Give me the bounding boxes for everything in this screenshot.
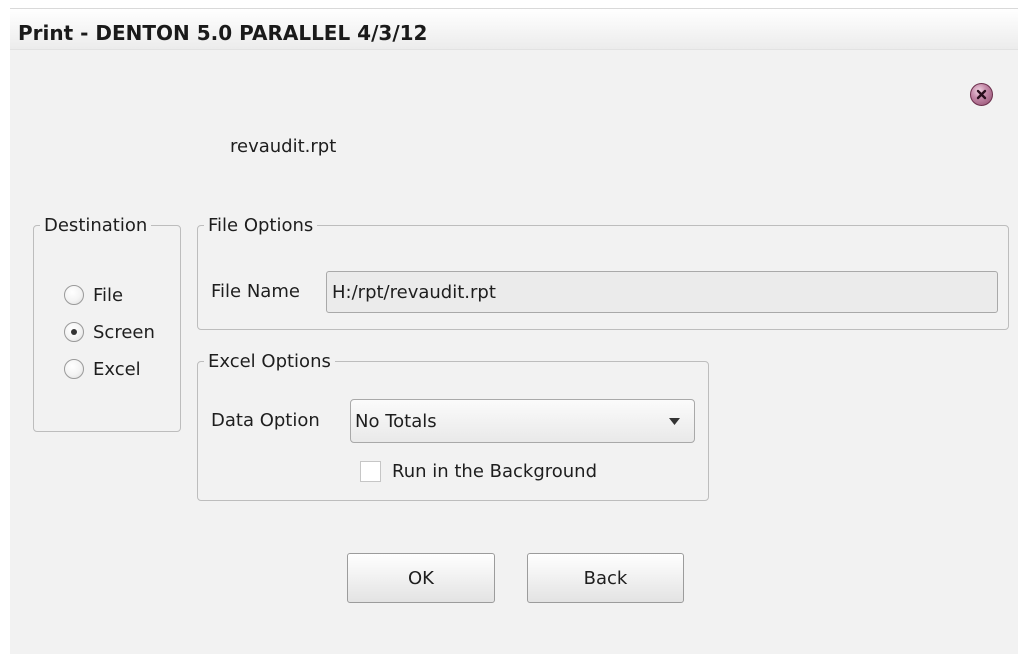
- radio-screen[interactable]: Screen: [64, 319, 155, 345]
- radio-excel-button[interactable]: [64, 359, 84, 379]
- destination-legend: Destination: [44, 215, 148, 236]
- radio-excel[interactable]: Excel: [64, 356, 141, 382]
- run-background-checkbox[interactable]: [360, 460, 381, 482]
- file-name-input[interactable]: [326, 271, 998, 313]
- data-option-value: No Totals: [355, 410, 437, 432]
- ok-button[interactable]: OK: [347, 553, 495, 603]
- radio-excel-label: Excel: [93, 358, 141, 380]
- file-name-label: File Name: [211, 281, 300, 302]
- radio-screen-label: Screen: [93, 321, 155, 343]
- run-background-label: Run in the Background: [392, 460, 598, 482]
- close-icon: [976, 89, 987, 100]
- destination-group: Destination File Screen Excel: [33, 215, 181, 432]
- radio-file-button[interactable]: [64, 285, 84, 305]
- radio-screen-button[interactable]: [64, 322, 84, 342]
- radio-file-label: File: [93, 284, 124, 306]
- excel-options-legend: Excel Options: [208, 351, 331, 372]
- data-option-label: Data Option: [211, 410, 320, 431]
- print-dialog: Print - DENTON 5.0 PARALLEL 4/3/12 revau…: [10, 8, 1018, 654]
- run-background-option[interactable]: Run in the Background: [360, 458, 597, 484]
- back-button[interactable]: Back: [527, 553, 684, 603]
- radio-file[interactable]: File: [64, 282, 123, 308]
- data-option-select[interactable]: No Totals: [350, 399, 695, 443]
- report-name: revaudit.rpt: [230, 136, 337, 157]
- file-options-legend: File Options: [208, 215, 314, 236]
- title-bar: Print - DENTON 5.0 PARALLEL 4/3/12: [10, 9, 1018, 50]
- chevron-down-icon: [669, 417, 680, 425]
- window-title: Print - DENTON 5.0 PARALLEL 4/3/12: [18, 21, 428, 45]
- close-button[interactable]: [970, 83, 993, 106]
